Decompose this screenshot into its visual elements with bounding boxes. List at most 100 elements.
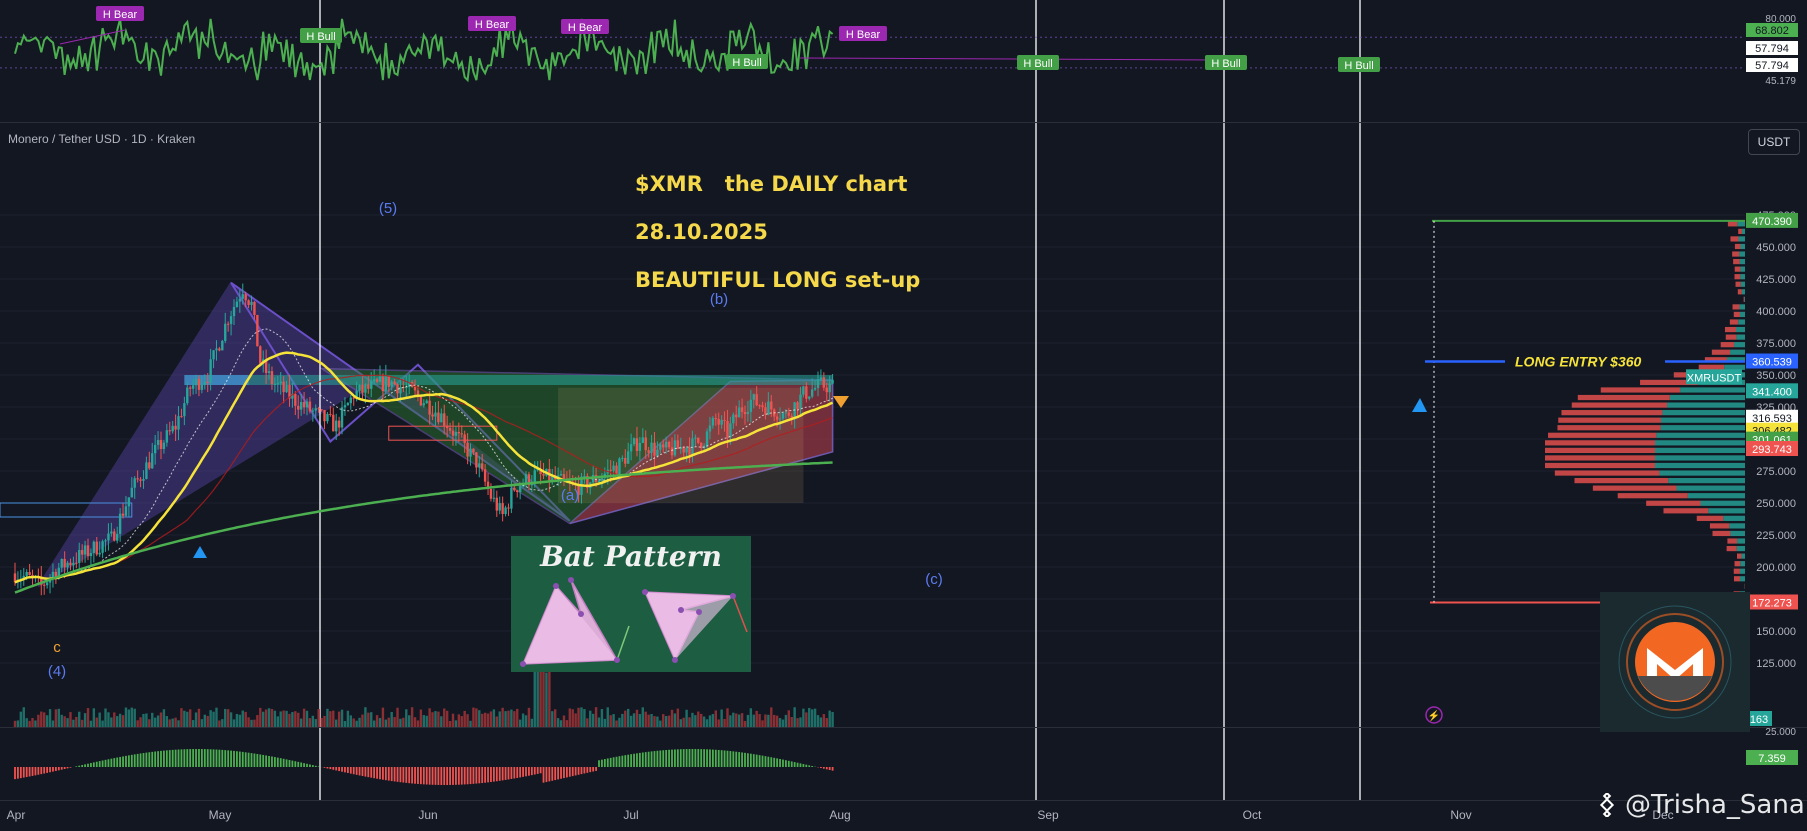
volume-bar [746,714,750,727]
volume-profile-bar-down [1545,440,1655,446]
oscillator-bar [326,767,329,769]
volume-bar [632,713,636,727]
candle-body [770,401,773,410]
price-badge-label: 341.400 [1752,386,1792,398]
volume-bar [75,716,78,727]
volume-bar [31,717,34,727]
volume-bar [262,711,265,727]
candle-body [562,474,566,480]
candle-body [80,550,84,555]
oscillator-bar [536,767,539,774]
volume-bar [224,708,227,727]
volume-profile-bar-down [1711,349,1731,355]
volume-bar [440,716,443,727]
symbol-label: Monero / Tether USD · 1D · Kraken [8,132,196,146]
candle-body [618,458,621,475]
volume-profile-bar-up [1656,432,1745,438]
volume-profile-bar-down [1545,462,1655,469]
candle-body [253,301,256,315]
oscillator-bar [148,752,151,767]
candle-body [501,503,504,515]
volume-profile-bar-down [1574,478,1669,484]
candle-body [107,533,110,541]
oscillator-bar [127,755,130,767]
currency-button[interactable]: USDT [1748,129,1800,155]
oscillator-bar [624,755,627,767]
candle-body [337,420,341,428]
volume-bar [381,707,385,727]
oscillator-bar [463,767,466,785]
oscillator-bar [440,767,443,785]
volume-bar [352,718,355,727]
volume-bar [329,711,332,727]
candle-body [510,487,513,509]
volume-profile-bar-down [1646,500,1701,506]
candle-body [597,480,601,483]
oscillator-bar [122,756,124,767]
oscillator-bar [668,749,670,767]
candle-body [413,386,417,391]
oscillator-bar [200,749,203,767]
volume-bar [83,713,87,727]
volume-bar [483,712,487,727]
oscillator-bar [700,749,703,767]
oscillator-bar [335,767,338,771]
oscillator-bar [273,757,276,767]
volume-bar [463,710,466,727]
oscillator-bar [589,767,592,773]
candle-body [113,531,116,541]
chart-canvas[interactable]: LONG ENTRY $360 H Bear H Bull H Bear H Bear… [0,0,1807,831]
volume-bar [92,708,96,727]
oscillator-bar [831,767,834,771]
oscillator-bar [271,756,273,767]
oscillator-bar [268,755,270,767]
volume-bar [431,712,434,727]
wave-label: (b) [710,291,728,308]
divergence-label: H Bull [1344,60,1373,72]
oscillator-bar [373,767,376,779]
volume-bar [253,719,256,727]
candle-body [460,433,463,435]
rsi-value-label: 57.794 [1755,43,1789,55]
candle-body [735,414,738,418]
volume-bar [200,719,204,727]
oscillator-bar [565,767,568,778]
candle-body [743,411,747,415]
oscillator-bar [60,767,63,770]
volume-bar [308,718,312,727]
volume-bar [629,715,633,727]
candle-body [705,431,709,446]
oscillator-bar [653,751,656,767]
oscillator-bar [300,762,303,767]
candle-body [635,438,639,451]
volume-bar [732,712,735,727]
candle-body [691,438,694,455]
oscillator-bar [466,767,469,785]
volume-bar [527,707,531,727]
candle-body [314,408,317,411]
oscillator-bar [387,767,390,781]
oscillator-bar [460,767,463,785]
volume-profile-bar-down [1729,319,1739,325]
candle-body [489,489,493,499]
candle-body [653,442,656,456]
candle-body [662,444,665,448]
candle-body [200,384,204,390]
volume-profile-bar-up [1737,221,1745,227]
oscillator-bar [802,764,805,767]
candle-body [650,442,653,453]
volume-profile-bar-up [1676,485,1745,491]
volume-bar [54,709,58,727]
volume-bar [787,710,790,727]
oscillator-bar [542,767,545,783]
oscillator-bar [554,767,557,781]
volume-bar [171,718,174,727]
volume-bar [212,711,215,727]
volume-profile-bar-up [1655,462,1745,469]
volume-profile-bar-down [1732,251,1740,257]
oscillator-bar [364,767,367,777]
volume-bar [443,708,446,727]
volume-bar [48,709,52,727]
oscillator-bar [828,767,831,771]
candle-body [816,379,820,388]
